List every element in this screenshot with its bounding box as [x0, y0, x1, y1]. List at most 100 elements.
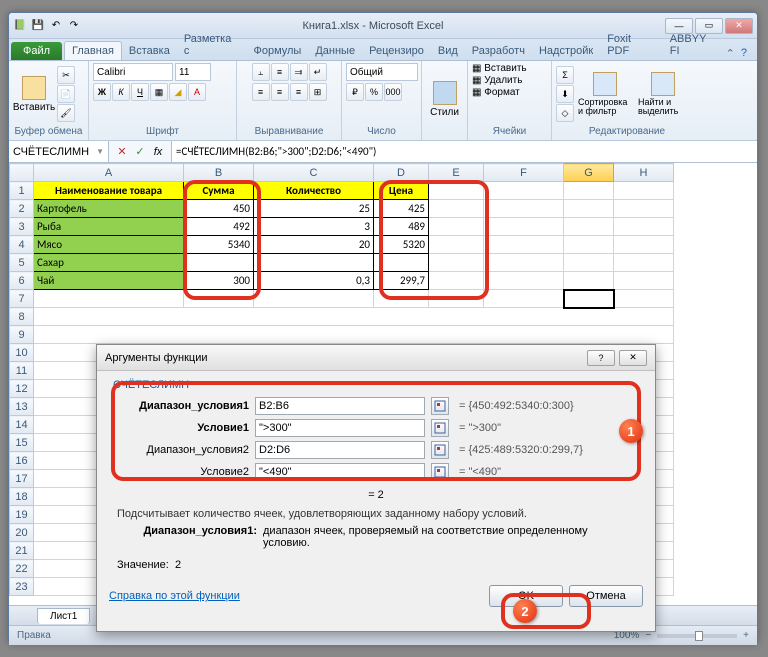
group-font: Шрифт — [93, 125, 232, 138]
arg-desc-label: Диапазон_условия1: — [117, 525, 257, 549]
align-center-button[interactable]: ≡ — [271, 83, 289, 101]
sheet-tab[interactable]: Лист1 — [37, 608, 90, 624]
group-align: Выравнивание — [241, 125, 337, 138]
align-right-button[interactable]: ≡ — [290, 83, 308, 101]
zoom-in-button[interactable]: + — [743, 630, 749, 641]
help-icon[interactable]: ? — [741, 47, 747, 60]
sort-filter-button[interactable]: Сортировка и фильтр — [576, 70, 634, 118]
font-name-combo[interactable]: Calibri — [93, 63, 173, 81]
tab-developer[interactable]: Разработч — [465, 42, 532, 60]
cell[interactable]: Цена — [374, 182, 429, 200]
cell[interactable]: Наименование товара — [34, 182, 184, 200]
dialog-close-button[interactable]: ✕ — [619, 350, 647, 366]
arg-input[interactable]: D2:D6 — [255, 441, 425, 459]
close-button[interactable]: ✕ — [725, 18, 753, 34]
col-header[interactable]: A — [34, 164, 184, 182]
range-selector-button[interactable] — [431, 441, 449, 459]
cancel-formula-button[interactable]: ✕ — [115, 145, 129, 158]
fx-button[interactable]: fx — [151, 146, 165, 158]
styles-button[interactable]: Стили — [426, 79, 463, 120]
border-button[interactable]: ▦ — [150, 83, 168, 101]
align-middle-button[interactable]: ≡ — [271, 63, 289, 81]
col-header[interactable]: E — [429, 164, 484, 182]
align-left-button[interactable]: ≡ — [252, 83, 270, 101]
wrap-text-button[interactable]: ↵ — [309, 63, 327, 81]
insert-cells-button[interactable]: ▦ Вставить — [472, 63, 547, 74]
font-color-button[interactable]: A — [188, 83, 206, 101]
percent-button[interactable]: % — [365, 83, 383, 101]
cancel-button[interactable]: Отмена — [569, 585, 643, 607]
range-selector-button[interactable] — [431, 397, 449, 415]
arg-result: = {450:492:5340:0:300} — [459, 400, 574, 412]
delete-cells-button[interactable]: ▦ Удалить — [472, 75, 547, 86]
paste-button[interactable]: Вставить — [13, 74, 55, 115]
active-cell[interactable] — [564, 290, 614, 308]
arg-input[interactable]: B2:B6 — [255, 397, 425, 415]
col-header[interactable]: B — [184, 164, 254, 182]
cell[interactable] — [564, 182, 614, 200]
dialog-help-button[interactable]: ? — [587, 350, 615, 366]
file-tab[interactable]: Файл — [11, 42, 62, 60]
name-box[interactable]: СЧЁТЕСЛИМН ▼ — [9, 141, 109, 162]
bold-button[interactable]: Ж — [93, 83, 111, 101]
find-button[interactable]: Найти и выделить — [636, 70, 690, 118]
col-header[interactable]: D — [374, 164, 429, 182]
merge-button[interactable]: ⊞ — [309, 83, 327, 101]
cell[interactable] — [614, 182, 674, 200]
row-header[interactable]: 1 — [10, 182, 34, 200]
col-header[interactable]: F — [484, 164, 564, 182]
tab-abbyy[interactable]: ABBYY FI — [663, 30, 726, 60]
fill-button[interactable]: ⬇ — [556, 85, 574, 103]
cut-button[interactable]: ✂ — [57, 66, 75, 84]
cell[interactable] — [484, 182, 564, 200]
undo-icon[interactable]: ↶ — [49, 19, 63, 33]
enter-formula-button[interactable]: ✓ — [133, 145, 147, 158]
arg-label: Диапазон_условия1 — [109, 400, 249, 412]
sort-icon — [593, 72, 617, 96]
fill-color-button[interactable]: ◢ — [169, 83, 187, 101]
cell[interactable]: Количество — [254, 182, 374, 200]
tab-data[interactable]: Данные — [308, 42, 362, 60]
arg-input[interactable]: ">300" — [255, 419, 425, 437]
group-number: Число — [346, 125, 417, 138]
clear-button[interactable]: ◇ — [556, 104, 574, 122]
save-icon[interactable]: 💾 — [31, 19, 45, 33]
format-painter-button[interactable]: 🖌 — [57, 104, 75, 122]
col-header[interactable]: G — [564, 164, 614, 182]
range-selector-button[interactable] — [431, 463, 449, 481]
col-header[interactable]: H — [614, 164, 674, 182]
redo-icon[interactable]: ↷ — [67, 19, 81, 33]
zoom-slider[interactable] — [657, 634, 737, 638]
number-format-combo[interactable]: Общий — [346, 63, 418, 81]
tab-layout[interactable]: Разметка с — [177, 30, 247, 60]
select-all-corner[interactable] — [10, 164, 34, 182]
format-cells-button[interactable]: ▦ Формат — [472, 87, 547, 98]
formula-input[interactable]: =СЧЁТЕСЛИМН(B2:B6;">300";D2:D6;"<490") — [172, 141, 757, 162]
status-mode: Правка — [17, 630, 51, 641]
cell[interactable] — [429, 182, 484, 200]
ribbon-minimize-icon[interactable]: ⌃ — [726, 47, 735, 60]
tab-review[interactable]: Рецензиро — [362, 42, 431, 60]
font-size-combo[interactable]: 11 — [175, 63, 211, 81]
tab-view[interactable]: Вид — [431, 42, 465, 60]
autosum-button[interactable]: Σ — [556, 66, 574, 84]
cell[interactable]: Сумма — [184, 182, 254, 200]
align-bottom-button[interactable]: ⫥ — [290, 63, 308, 81]
col-header[interactable]: C — [254, 164, 374, 182]
underline-button[interactable]: Ч — [131, 83, 149, 101]
tab-addins[interactable]: Надстройк — [532, 42, 600, 60]
currency-button[interactable]: ₽ — [346, 83, 364, 101]
range-selector-button[interactable] — [431, 419, 449, 437]
tab-home[interactable]: Главная — [64, 41, 122, 60]
arg-desc-text: диапазон ячеек, проверяемый на соответст… — [263, 525, 635, 549]
arg-input[interactable]: "<490" — [255, 463, 425, 481]
tab-insert[interactable]: Вставка — [122, 42, 177, 60]
copy-button[interactable]: 📄 — [57, 85, 75, 103]
comma-button[interactable]: 000 — [384, 83, 402, 101]
ok-button[interactable]: OK — [489, 585, 563, 607]
italic-button[interactable]: К — [112, 83, 130, 101]
tab-foxit[interactable]: Foxit PDF — [600, 30, 663, 60]
function-help-link[interactable]: Справка по этой функции — [109, 590, 240, 602]
align-top-button[interactable]: ⫠ — [252, 63, 270, 81]
tab-formulas[interactable]: Формулы — [246, 42, 308, 60]
